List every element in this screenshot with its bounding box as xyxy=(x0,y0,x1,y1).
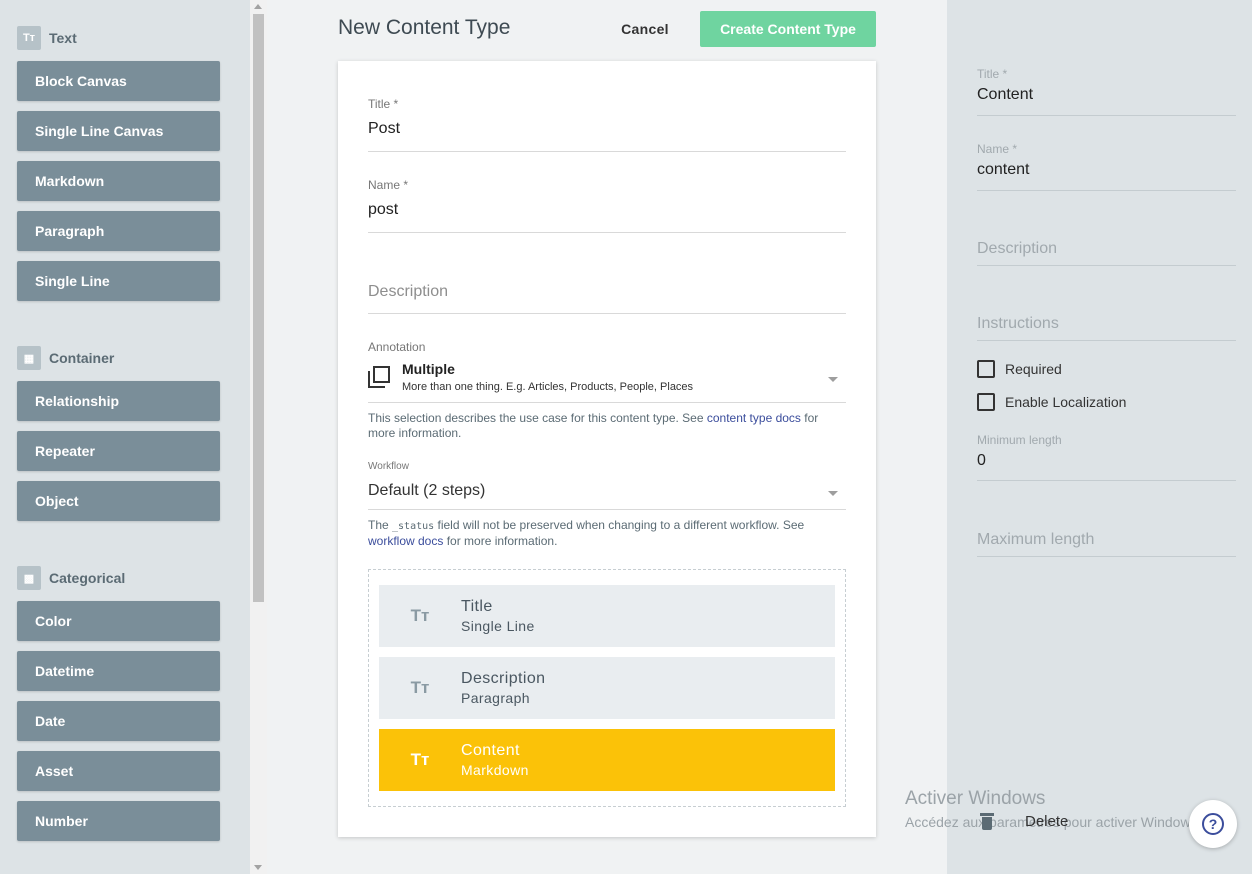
cancel-button[interactable]: Cancel xyxy=(608,11,682,47)
group-label: Text xyxy=(49,30,77,46)
annotation-description: More than one thing. E.g. Articles, Prod… xyxy=(402,381,694,393)
field-description-field[interactable]: Description xyxy=(977,240,1236,266)
title-label: Title * xyxy=(368,97,399,111)
workflow-select[interactable]: Workflow Default (2 steps) xyxy=(368,461,846,510)
localization-checkbox-row[interactable]: Enable Localization xyxy=(977,393,1126,411)
field-description-input[interactable]: Description xyxy=(977,240,1236,258)
palette-item-relationship[interactable]: Relationship xyxy=(17,381,220,421)
fields-drop-zone[interactable]: Tт Title Single Line Tт Description Para… xyxy=(368,569,846,807)
multiple-copies-icon xyxy=(368,366,390,388)
categorical-icon: ▩ xyxy=(17,566,41,590)
text-type-icon: Tт xyxy=(17,26,41,50)
container-icon: ▦ xyxy=(17,346,41,370)
name-input[interactable]: post xyxy=(368,201,846,219)
required-checkbox[interactable] xyxy=(977,360,995,378)
group-header-container: ▦ Container xyxy=(17,346,114,370)
annotation-select[interactable]: Annotation Multiple More than one thing.… xyxy=(368,340,846,403)
field-title-label: Title * xyxy=(977,67,1008,81)
scrollbar-thumb[interactable] xyxy=(253,14,264,602)
palette-item-object[interactable]: Object xyxy=(17,481,220,521)
workflow-value[interactable]: Default (2 steps) xyxy=(368,482,846,500)
field-name-input[interactable]: content xyxy=(977,161,1236,179)
palette-scrollbar[interactable] xyxy=(250,0,267,874)
name-field[interactable]: Name * post xyxy=(368,178,846,233)
field-item-title[interactable]: Tт Title Single Line xyxy=(379,585,835,647)
min-length-input[interactable]: 0 xyxy=(977,452,1236,470)
field-name-field[interactable]: Name * content xyxy=(977,142,1236,191)
palette-item-paragraph[interactable]: Paragraph xyxy=(17,211,220,251)
field-item-title-label: Content xyxy=(461,742,520,759)
required-checkbox-row[interactable]: Required xyxy=(977,360,1062,378)
help-text: field will not be preserved when changin… xyxy=(434,518,805,532)
content-type-docs-link[interactable]: content type docs xyxy=(707,411,801,425)
question-icon: ? xyxy=(1202,813,1224,835)
field-palette: Tт Text Block Canvas Single Line Canvas … xyxy=(0,0,250,874)
delete-field-button[interactable]: Delete xyxy=(980,812,1068,830)
group-label: Container xyxy=(49,350,115,366)
create-content-type-button[interactable]: Create Content Type xyxy=(700,11,876,47)
localization-label: Enable Localization xyxy=(1005,394,1127,410)
field-title-field[interactable]: Title * Content xyxy=(977,67,1236,116)
chevron-down-icon[interactable] xyxy=(828,377,838,382)
palette-item-date[interactable]: Date xyxy=(17,701,220,741)
field-item-title-label: Title xyxy=(461,598,493,615)
field-item-type-label: Single Line xyxy=(461,618,535,634)
palette-item-color[interactable]: Color xyxy=(17,601,220,641)
help-button[interactable]: ? xyxy=(1189,800,1237,848)
workflow-docs-link[interactable]: workflow docs xyxy=(368,534,443,548)
annotation-help: This selection describes the use case fo… xyxy=(368,411,838,441)
title-field[interactable]: Title * Post xyxy=(368,97,846,152)
page-title: New Content Type xyxy=(338,16,511,39)
chevron-down-icon[interactable] xyxy=(828,491,838,496)
watermark-title: Activer Windows xyxy=(905,788,1046,809)
delete-label: Delete xyxy=(1025,812,1069,830)
palette-item-markdown[interactable]: Markdown xyxy=(17,161,220,201)
field-title-input[interactable]: Content xyxy=(977,86,1236,104)
max-length-input[interactable]: Maximum length xyxy=(977,531,1236,549)
scroll-down-arrow-icon[interactable] xyxy=(254,865,262,870)
annotation-title: Multiple xyxy=(402,361,455,377)
text-type-icon: Tт xyxy=(410,606,430,625)
scroll-up-arrow-icon[interactable] xyxy=(254,4,262,9)
description-field[interactable]: Description xyxy=(368,283,846,314)
field-item-title-label: Description xyxy=(461,670,546,687)
palette-item-single-line[interactable]: Single Line xyxy=(17,261,220,301)
palette-item-single-line-canvas[interactable]: Single Line Canvas xyxy=(17,111,220,151)
field-item-content[interactable]: Tт Content Markdown xyxy=(379,729,835,791)
annotation-label: Annotation xyxy=(368,340,426,354)
help-text: for more information. xyxy=(443,534,558,548)
help-text: This selection describes the use case fo… xyxy=(368,411,707,425)
field-settings-panel: Title * Content Name * content Descripti… xyxy=(947,0,1252,874)
palette-item-number[interactable]: Number xyxy=(17,801,220,841)
name-label: Name * xyxy=(368,178,409,192)
field-instructions-input[interactable]: Instructions xyxy=(977,315,1236,333)
palette-item-datetime[interactable]: Datetime xyxy=(17,651,220,691)
required-label: Required xyxy=(1005,361,1062,377)
help-text: The xyxy=(368,518,393,532)
min-length-label: Minimum length xyxy=(977,433,1062,447)
group-header-text: Tт Text xyxy=(17,26,77,50)
field-name-label: Name * xyxy=(977,142,1018,156)
palette-item-repeater[interactable]: Repeater xyxy=(17,431,220,471)
palette-item-asset[interactable]: Asset xyxy=(17,751,220,791)
description-input[interactable]: Description xyxy=(368,283,846,301)
text-type-icon: Tт xyxy=(410,750,430,769)
workflow-help: The _status field will not be preserved … xyxy=(368,518,838,549)
field-item-type-label: Paragraph xyxy=(461,690,530,706)
field-item-description[interactable]: Tт Description Paragraph xyxy=(379,657,835,719)
content-type-form: Title * Post Name * post Description Ann… xyxy=(338,61,876,837)
min-length-field[interactable]: Minimum length 0 xyxy=(977,433,1236,481)
text-type-icon: Tт xyxy=(410,678,430,697)
field-instructions-field[interactable]: Instructions xyxy=(977,315,1236,341)
group-label: Categorical xyxy=(49,570,126,586)
workflow-label: Workflow xyxy=(368,461,409,472)
group-header-categorical: ▩ Categorical xyxy=(17,566,125,590)
palette-item-block-canvas[interactable]: Block Canvas xyxy=(17,61,220,101)
localization-checkbox[interactable] xyxy=(977,393,995,411)
title-input[interactable]: Post xyxy=(368,120,846,138)
status-code: _status xyxy=(392,521,435,532)
trash-icon xyxy=(980,812,994,830)
max-length-field[interactable]: Maximum length xyxy=(977,531,1236,557)
field-item-type-label: Markdown xyxy=(461,762,529,778)
